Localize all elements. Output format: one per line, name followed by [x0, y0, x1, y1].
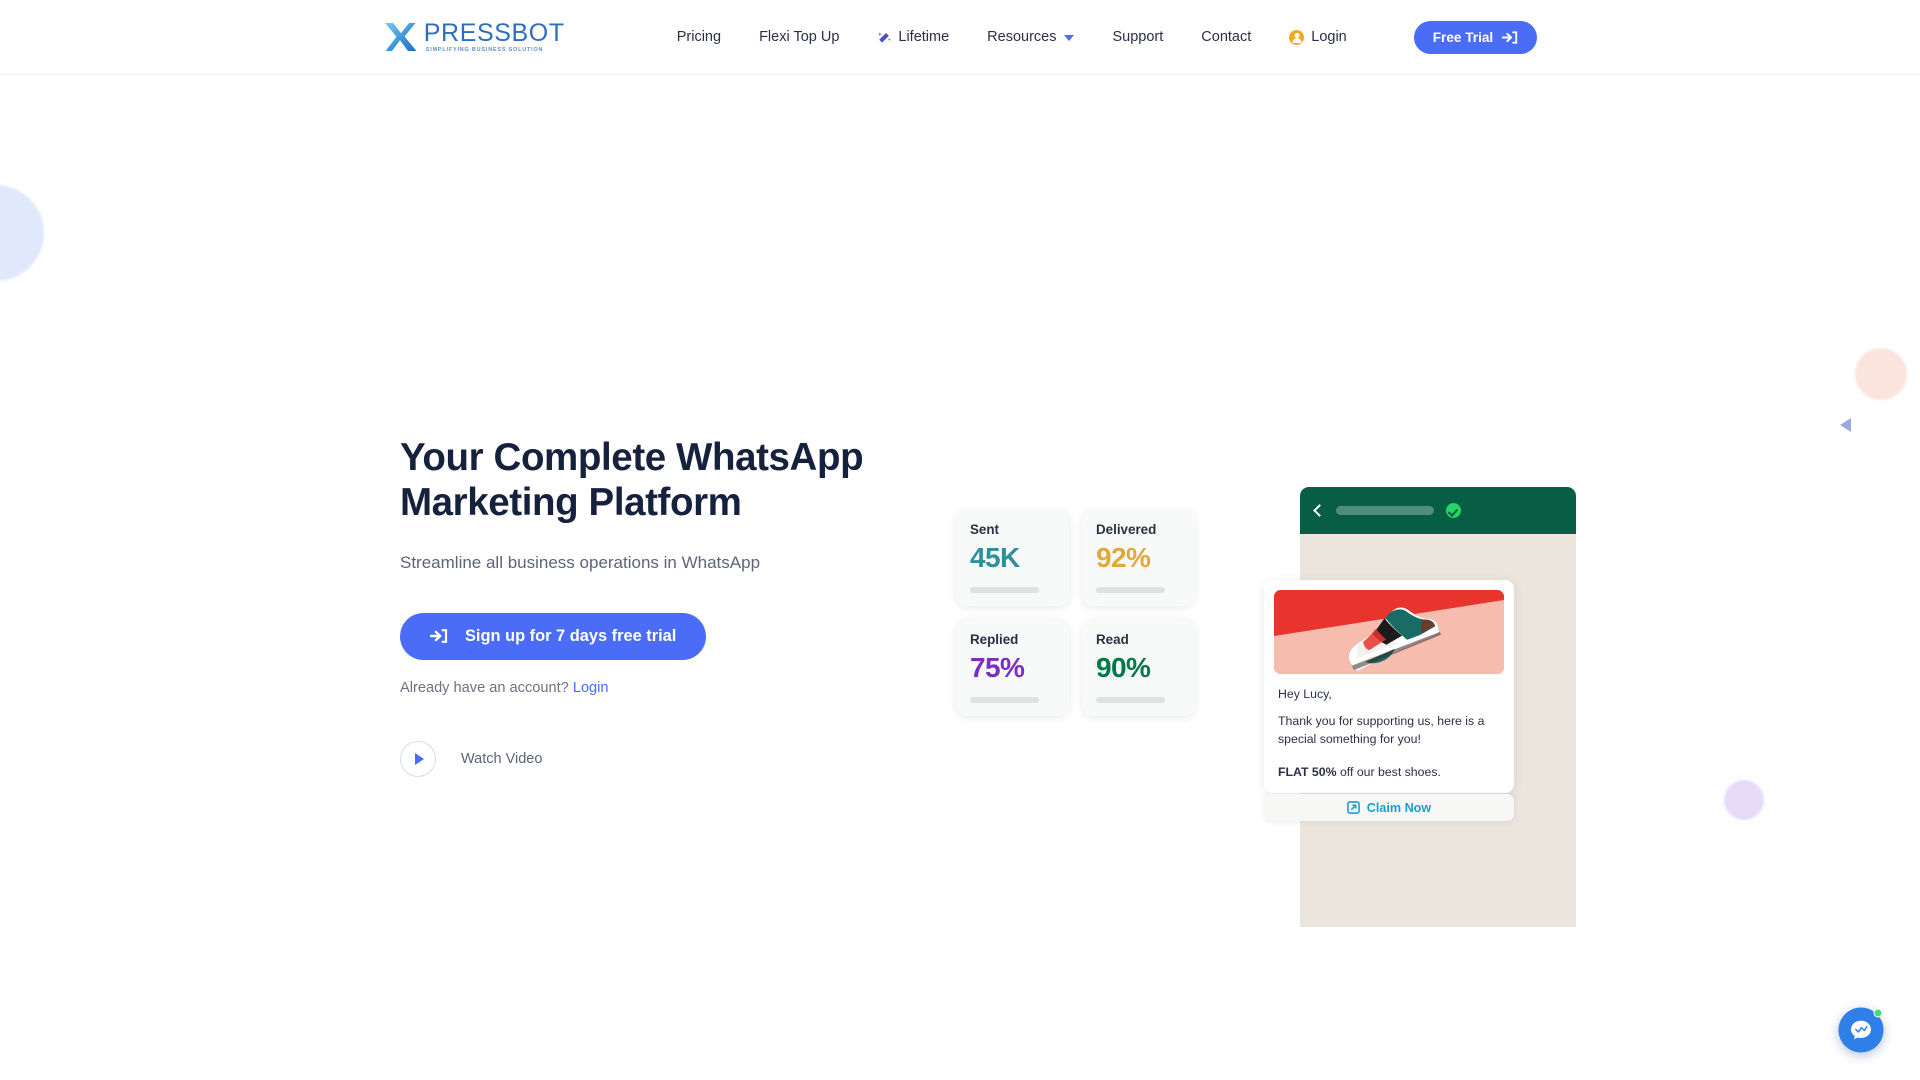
whatsapp-chat-header: [1300, 487, 1576, 534]
watch-video-label: Watch Video: [461, 750, 543, 767]
nav-label-contact: Contact: [1201, 29, 1252, 45]
stat-card-delivered: Delivered 92%: [1082, 509, 1195, 606]
watch-video-row[interactable]: Watch Video: [400, 740, 960, 777]
stat-bar-replied: [970, 697, 1039, 703]
logo-tagline: SIMPLIFYING BUSINESS SOLUTION: [425, 46, 544, 53]
online-status-dot: [1873, 1008, 1883, 1018]
stats-row-bottom: Replied 75% Read 90%: [956, 619, 1208, 716]
stat-bar-sent: [970, 587, 1039, 593]
whatsapp-message-text: Hey Lucy, Thank you for supporting us, h…: [1274, 687, 1504, 779]
chat-widget-button[interactable]: [1838, 1007, 1884, 1053]
play-icon[interactable]: [400, 740, 436, 777]
stat-card-replied: Replied 75%: [956, 619, 1069, 716]
stat-label-replied: Replied: [970, 632, 1019, 647]
stat-value-read: 90%: [1096, 652, 1151, 683]
nav-item-lifetime[interactable]: Lifetime: [858, 29, 968, 45]
stat-label-sent: Sent: [970, 522, 1000, 537]
stat-value-sent: 45K: [970, 542, 1020, 573]
stat-card-sent: Sent 45K: [956, 509, 1069, 606]
claim-now-label: Claim Now: [1366, 800, 1432, 815]
claim-now-button[interactable]: Claim Now: [1264, 794, 1514, 821]
nav-item-support[interactable]: Support: [1093, 29, 1182, 45]
free-trial-button[interactable]: Free Trial: [1413, 20, 1538, 54]
chevron-down-icon: [1064, 35, 1075, 41]
message-offer: FLAT 50% off our best shoes.: [1278, 765, 1500, 779]
whatsapp-message-card: Hey Lucy, Thank you for supporting us, h…: [1264, 580, 1514, 793]
stats-grid: Sent 45K Delivered 92% Replied 75% Read …: [956, 509, 1208, 729]
nav-label-support: Support: [1112, 29, 1164, 45]
message-offer-bold: FLAT 50%: [1278, 764, 1337, 779]
account-prompt: Already have an account? Login: [400, 680, 960, 696]
message-offer-rest: off our best shoes.: [1336, 764, 1441, 779]
nav-label-flexi-top-up: Flexi Top Up: [759, 29, 840, 45]
stats-row-top: Sent 45K Delivered 92%: [956, 509, 1208, 606]
signup-cta-button[interactable]: Sign up for 7 days free trial: [400, 612, 707, 660]
page-title: Your Complete WhatsApp Marketing Platfor…: [400, 436, 864, 525]
external-link-icon: [1346, 801, 1360, 814]
contact-name-placeholder: [1336, 506, 1434, 515]
nav-item-contact[interactable]: Contact: [1182, 29, 1270, 45]
magic-wand-icon: [878, 31, 892, 43]
nav-label-lifetime: Lifetime: [898, 29, 950, 45]
header-login-link[interactable]: Login: [1270, 29, 1365, 45]
nav-label-pricing: Pricing: [676, 29, 722, 45]
chat-bubble-icon: [1851, 1020, 1871, 1040]
header-login-label: Login: [1311, 29, 1347, 45]
hero-section: Your Complete WhatsApp Marketing Platfor…: [0, 75, 1920, 1080]
back-chevron-icon[interactable]: [1313, 504, 1326, 517]
stat-bar-read: [1096, 697, 1165, 703]
stat-value-delivered: 92%: [1096, 542, 1151, 573]
whatsapp-phone-mockup: Hey Lucy, Thank you for supporting us, h…: [1264, 487, 1576, 927]
stat-card-read: Read 90%: [1082, 619, 1195, 716]
play-triangle: [415, 752, 424, 765]
nav-item-resources[interactable]: Resources: [968, 29, 1093, 45]
message-greeting: Hey Lucy,: [1278, 687, 1332, 701]
signup-cta-label: Sign up for 7 days free trial: [465, 626, 677, 645]
sign-in-icon: [1502, 30, 1518, 44]
sign-in-icon: [430, 629, 448, 643]
x-logo-icon: [384, 23, 417, 51]
nav-label-resources: Resources: [987, 29, 1057, 45]
hero-login-link[interactable]: Login: [573, 680, 609, 696]
user-circle-icon: [1289, 29, 1305, 45]
message-body: Thank you for supporting us, here is a s…: [1278, 714, 1485, 746]
hero-subtitle: Streamline all business operations in Wh…: [400, 553, 761, 573]
brand-logo[interactable]: PRESSBOT SIMPLIFYING BUSINESS SOLUTION: [383, 20, 565, 54]
hero-text-column: Your Complete WhatsApp Marketing Platfor…: [400, 435, 960, 777]
header-inner: PRESSBOT SIMPLIFYING BUSINESS SOLUTION P…: [383, 20, 1538, 54]
stat-value-replied: 75%: [970, 652, 1025, 683]
sneaker-product-image: [1274, 590, 1504, 674]
main-navigation: Pricing Flexi Top Up Lifetime Resources …: [677, 29, 1366, 45]
stat-label-read: Read: [1096, 632, 1129, 647]
free-trial-label: Free Trial: [1432, 29, 1494, 45]
account-prompt-text: Already have an account?: [400, 679, 569, 696]
site-header: PRESSBOT SIMPLIFYING BUSINESS SOLUTION P…: [0, 0, 1920, 75]
stat-label-delivered: Delivered: [1096, 522, 1157, 537]
nav-item-flexi-top-up[interactable]: Flexi Top Up: [740, 29, 858, 45]
verified-badge-icon: [1446, 503, 1461, 518]
logo-name: PRESSBOT: [423, 18, 565, 47]
nav-item-pricing[interactable]: Pricing: [677, 29, 740, 45]
logo-text-block: PRESSBOT SIMPLIFYING BUSINESS SOLUTION: [423, 18, 565, 53]
stat-bar-delivered: [1096, 587, 1165, 593]
